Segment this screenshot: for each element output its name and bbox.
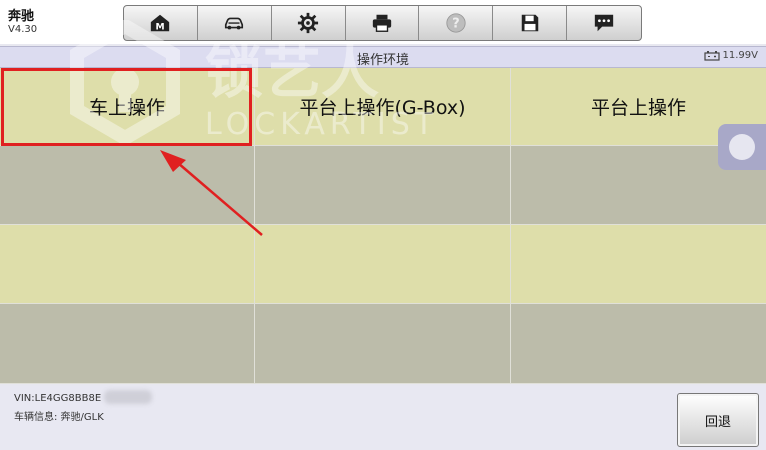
vehicle-button[interactable] xyxy=(198,6,272,40)
option-on-bench-gbox[interactable]: 平台上操作(G-Box) xyxy=(255,68,511,146)
gear-icon xyxy=(298,12,319,34)
print-button[interactable] xyxy=(346,6,420,40)
help-icon: ? xyxy=(446,13,466,33)
grid-cell-empty xyxy=(255,225,511,304)
operation-grid: 车上操作 平台上操作(G-Box) 平台上操作 xyxy=(0,68,766,384)
grid-cell-empty xyxy=(0,304,255,384)
title-bar: 操作环境 11.99V xyxy=(0,46,766,68)
grid-cell-empty xyxy=(0,146,255,225)
save-icon xyxy=(521,14,538,32)
page-title: 操作环境 xyxy=(356,53,409,68)
floating-knob xyxy=(729,134,755,160)
svg-text:?: ? xyxy=(452,17,459,32)
vin-text: VIN:LE4GG8BB8E xyxy=(14,393,102,404)
vehicle-info-text: 车辆信息: 奔驰/GLK xyxy=(14,412,104,423)
footer: VIN:LE4GG8BB8E 车辆信息: 奔驰/GLK 回退 xyxy=(0,386,766,450)
home-m-icon: M xyxy=(151,14,170,32)
car-icon xyxy=(225,17,244,30)
battery-status: 11.99V xyxy=(703,50,758,61)
grid-cell-empty xyxy=(511,225,766,304)
app-name: 奔驰 xyxy=(8,9,35,24)
printer-icon xyxy=(372,14,392,32)
grid-cell-empty xyxy=(255,304,511,384)
toolbar: M ? xyxy=(123,5,642,41)
message-button[interactable] xyxy=(567,6,641,40)
home-button[interactable]: M xyxy=(124,6,198,40)
svg-text:M: M xyxy=(156,21,165,32)
grid-cell-empty xyxy=(0,225,255,304)
grid-cell-empty xyxy=(255,146,511,225)
save-button[interactable] xyxy=(493,6,568,40)
settings-button[interactable] xyxy=(272,6,346,40)
vin-redaction xyxy=(104,390,152,404)
app-version: V4.30 xyxy=(8,24,38,35)
grid-cell-empty xyxy=(511,304,766,384)
help-button[interactable]: ? xyxy=(419,6,494,40)
floating-assistive-button[interactable] xyxy=(718,124,766,170)
battery-voltage: 11.99V xyxy=(722,50,758,61)
chat-icon xyxy=(594,14,614,32)
battery-icon xyxy=(703,50,720,61)
top-bar: 奔驰 V4.30 M ? xyxy=(0,0,766,44)
option-on-vehicle[interactable]: 车上操作 xyxy=(0,68,255,146)
back-button[interactable]: 回退 xyxy=(677,393,759,447)
